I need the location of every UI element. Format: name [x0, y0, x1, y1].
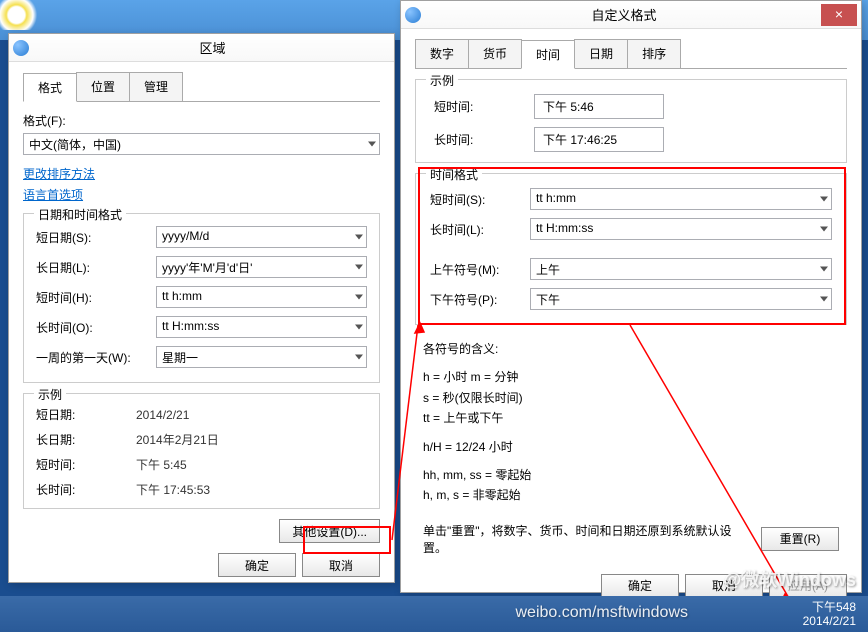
- other-settings-button[interactable]: 其他设置(D)...: [279, 519, 380, 543]
- label-short-date: 短日期(S):: [36, 229, 156, 246]
- taskbar-time: 下午548: [803, 600, 856, 614]
- chevron-down-icon: [820, 227, 828, 232]
- label-short-time: 短时间(H):: [36, 289, 156, 306]
- select-am-symbol[interactable]: 上午: [530, 258, 832, 280]
- chevron-down-icon: [355, 235, 363, 240]
- legend-5: hh, mm, ss = 零起始: [423, 465, 839, 485]
- time-format-group: 时间格式 短时间(S):tt h:mm 长时间(L):tt H:mm:ss 上午…: [415, 173, 847, 325]
- select-cs-short[interactable]: tt h:mm: [530, 188, 832, 210]
- taskbar-date: 2014/2/21: [803, 614, 856, 628]
- customize-title: 自定义格式: [427, 5, 821, 24]
- custom-sample-group: 示例 短时间:下午 5:46 长时间:下午 17:46:25: [415, 79, 847, 163]
- tab-date[interactable]: 日期: [574, 39, 628, 68]
- format-value: 中文(简体，中国): [29, 138, 121, 152]
- watermark-url: weibo.com/msftwindows: [516, 604, 689, 622]
- sample-long-time-label: 长时间:: [36, 481, 136, 498]
- select-pm-symbol[interactable]: 下午: [530, 288, 832, 310]
- sample-group-title: 示例: [34, 386, 66, 403]
- chevron-down-icon: [820, 197, 828, 202]
- cs-long-value: 下午 17:46:25: [534, 127, 664, 152]
- tab-currency[interactable]: 货币: [468, 39, 522, 68]
- chevron-down-icon: [355, 295, 363, 300]
- tab-sort[interactable]: 排序: [627, 39, 681, 68]
- tab-admin[interactable]: 管理: [129, 72, 183, 101]
- chevron-down-icon: [368, 142, 376, 147]
- datetime-group-title: 日期和时间格式: [34, 206, 126, 223]
- watermark-handle: @微软Windows: [724, 566, 856, 592]
- sample-long-date-label: 长日期:: [36, 431, 136, 448]
- sample-long-time-value: 下午 17:45:53: [136, 481, 367, 498]
- chevron-down-icon: [820, 297, 828, 302]
- link-change-sort[interactable]: 更改排序方法: [23, 165, 380, 182]
- select-long-date[interactable]: yyyy'年'M'月'd'日': [156, 256, 367, 278]
- close-button[interactable]: ×: [821, 4, 857, 26]
- legend: 各符号的含义: h = 小时 m = 分钟 s = 秒(仅限长时间) tt = …: [415, 335, 847, 518]
- cancel-button[interactable]: 取消: [302, 553, 380, 577]
- link-language-prefs[interactable]: 语言首选项: [23, 186, 380, 203]
- region-title: 区域: [35, 38, 390, 57]
- customize-tabbar: 数字 货币 时间 日期 排序: [415, 39, 847, 69]
- label-cs-long: 长时间(L):: [430, 221, 530, 238]
- legend-6: h, m, s = 非零起始: [423, 485, 839, 505]
- region-window: 区域 格式 位置 管理 格式(F): 中文(简体，中国) 更改排序方法 语言首选…: [8, 33, 395, 583]
- sample-group: 示例 短日期:2014/2/21 长日期:2014年2月21日 短时间:下午 5…: [23, 393, 380, 509]
- sample-short-time-label: 短时间:: [36, 456, 136, 473]
- taskbar-clock[interactable]: 下午548 2014/2/21: [803, 600, 856, 628]
- cs-long-label: 长时间:: [434, 131, 534, 148]
- select-first-day[interactable]: 星期一: [156, 346, 367, 368]
- region-tabbar: 格式 位置 管理: [23, 72, 380, 102]
- datetime-format-group: 日期和时间格式 短日期(S):yyyy/M/d 长日期(L):yyyy'年'M'…: [23, 213, 380, 383]
- customize-titlebar: 自定义格式 ×: [401, 1, 861, 29]
- chevron-down-icon: [355, 325, 363, 330]
- label-first-day: 一周的第一天(W):: [36, 349, 156, 366]
- sample-short-date-value: 2014/2/21: [136, 408, 367, 422]
- reset-button[interactable]: 重置(R): [761, 527, 839, 551]
- select-long-time[interactable]: tt H:mm:ss: [156, 316, 367, 338]
- reset-note: 单击"重置"，将数字、货币、时间和日期还原到系统默认设置。: [423, 522, 751, 556]
- wallpaper-flower: [0, 0, 55, 30]
- custom-sample-title: 示例: [426, 72, 458, 89]
- legend-2: s = 秒(仅限长时间): [423, 388, 839, 408]
- label-am-symbol: 上午符号(M):: [430, 261, 530, 278]
- chevron-down-icon: [820, 267, 828, 272]
- cs-short-label: 短时间:: [434, 98, 534, 115]
- tab-time[interactable]: 时间: [521, 40, 575, 69]
- sample-short-time-value: 下午 5:45: [136, 456, 367, 473]
- legend-3: tt = 上午或下午: [423, 408, 839, 428]
- taskbar: 下午548 2014/2/21: [0, 596, 868, 632]
- tab-location[interactable]: 位置: [76, 72, 130, 101]
- globe-icon: [13, 40, 29, 56]
- ok-button[interactable]: 确定: [218, 553, 296, 577]
- chevron-down-icon: [355, 265, 363, 270]
- select-cs-long[interactable]: tt H:mm:ss: [530, 218, 832, 240]
- sample-long-date-value: 2014年2月21日: [136, 431, 367, 448]
- label-cs-short: 短时间(S):: [430, 191, 530, 208]
- legend-4: h/H = 12/24 小时: [423, 437, 839, 457]
- select-short-time[interactable]: tt h:mm: [156, 286, 367, 308]
- region-titlebar: 区域: [9, 34, 394, 62]
- legend-1: h = 小时 m = 分钟: [423, 367, 839, 387]
- label-long-time: 长时间(O):: [36, 319, 156, 336]
- tab-format[interactable]: 格式: [23, 73, 77, 102]
- customize-window: 自定义格式 × 数字 货币 时间 日期 排序 示例 短时间:下午 5:46 长时…: [400, 0, 862, 593]
- cs-short-value: 下午 5:46: [534, 94, 664, 119]
- chevron-down-icon: [355, 355, 363, 360]
- label-pm-symbol: 下午符号(P):: [430, 291, 530, 308]
- legend-title: 各符号的含义:: [423, 339, 839, 359]
- globe-icon: [405, 7, 421, 23]
- tab-numbers[interactable]: 数字: [415, 39, 469, 68]
- time-format-title: 时间格式: [426, 166, 482, 183]
- select-short-date[interactable]: yyyy/M/d: [156, 226, 367, 248]
- format-label: 格式(F):: [23, 112, 380, 129]
- format-select[interactable]: 中文(简体，中国): [23, 133, 380, 155]
- customize-ok-button[interactable]: 确定: [601, 574, 679, 598]
- label-long-date: 长日期(L):: [36, 259, 156, 276]
- sample-short-date-label: 短日期:: [36, 406, 136, 423]
